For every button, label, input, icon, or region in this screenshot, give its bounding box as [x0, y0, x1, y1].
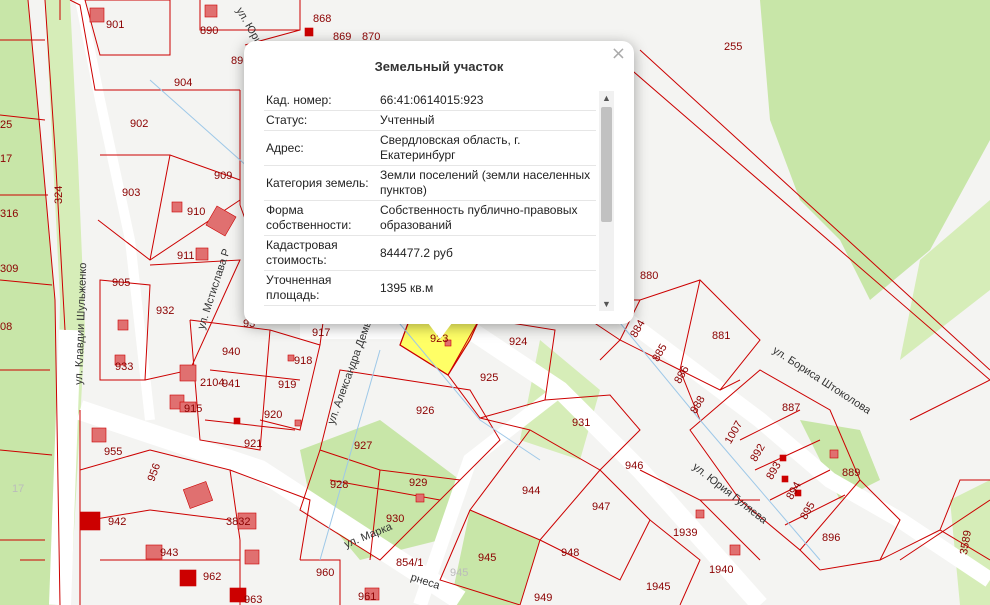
plot-label-910: 910 [187, 206, 205, 218]
plot-label-927: 927 [354, 440, 372, 452]
plot-label-1940: 1940 [709, 564, 733, 576]
plot-label-1939: 1939 [673, 527, 697, 539]
plot-label-911: 911 [177, 250, 195, 262]
plot-label-915: 915 [184, 403, 202, 415]
plot-label-917: 917 [312, 327, 330, 339]
plot-label-309: 309 [0, 263, 18, 275]
attribute-row: Форма собственности: Собственность публич… [264, 200, 596, 236]
plot-label-948: 948 [561, 547, 579, 559]
plot-label-945: 945 [478, 552, 496, 564]
scroll-up-icon[interactable]: ▲ [599, 91, 614, 105]
plot-label-933: 933 [115, 361, 133, 373]
plot-label-905: 905 [112, 277, 130, 289]
popup-title: Земельный участок [374, 59, 504, 74]
attribute-value: 1395 кв.м [378, 270, 596, 306]
plot-label-324: 324 [53, 186, 65, 204]
attribute-row: Кадастровая стоимость: 844477.2 руб [264, 235, 596, 271]
attribute-row: Кад. номер: 66:41:0614015:923 [264, 91, 596, 111]
plot-label-918: 918 [294, 355, 312, 367]
plot-label-960: 960 [316, 567, 334, 579]
plot-label-929: 929 [409, 477, 427, 489]
plot-label-896: 896 [822, 532, 840, 544]
plot-label-255: 255 [724, 41, 742, 53]
plot-label-3832: 3832 [226, 516, 250, 528]
plot-label-904: 904 [174, 77, 192, 89]
plot-label-961: 961 [358, 591, 376, 603]
attribute-key: Категория земель: [264, 165, 378, 201]
plot-label-316: 316 [0, 208, 18, 220]
attribute-key: Кад. номер: [264, 91, 378, 111]
attribute-value: 844477.2 руб [378, 235, 596, 271]
plot-label-925: 925 [480, 372, 498, 384]
plot-label-928: 928 [330, 479, 348, 491]
plot-label-920: 920 [264, 409, 282, 421]
plot-label-932: 932 [156, 305, 174, 317]
plot-label-887: 887 [782, 402, 800, 414]
popup-scrollbar[interactable]: ▲ ▼ [599, 91, 614, 311]
plot-label-08: 08 [0, 321, 12, 333]
attribute-value: Свердловская область, г. Екатеринбург [378, 130, 596, 166]
land-plot-popup: × Земельный участок Кад. номер: 66:41:061… [244, 41, 634, 324]
plot-label-25: 25 [0, 119, 12, 131]
plot-label-963: 963 [244, 594, 262, 605]
plot-label-89: 89 [231, 55, 243, 67]
plot-label-943: 943 [160, 547, 178, 559]
plot-label-919: 919 [278, 379, 296, 391]
plot-label-889: 889 [842, 467, 860, 479]
attribute-key: Уточненная площадь: [264, 270, 378, 306]
plot-label-890: 890 [200, 25, 218, 37]
attributes-table: Кад. номер: 66:41:0614015:923 Статус: Учтен… [264, 91, 596, 306]
plot-label-880: 880 [640, 270, 658, 282]
plot-label-902: 902 [130, 118, 148, 130]
attribute-row: Статус: Учтенный [264, 110, 596, 131]
attribute-row: Категория земель: Земли поселений (земли … [264, 165, 596, 201]
attribute-key: Адрес: [264, 130, 378, 166]
attribute-key: Форма собственности: [264, 200, 378, 236]
attribute-row: Адрес: Свердловская область, г. Екатеринб… [264, 130, 596, 166]
attribute-key: Кадастровая стоимость: [264, 235, 378, 271]
plot-label-942: 942 [108, 516, 126, 528]
plot-label-926: 926 [416, 405, 434, 417]
plot-label-881: 881 [712, 330, 730, 342]
scroll-down-icon[interactable]: ▼ [599, 297, 614, 311]
plot-label-924: 924 [509, 336, 527, 348]
plot-label-921: 921 [244, 438, 262, 450]
plot-label-17b: 17 [12, 483, 24, 495]
plot-label-901: 901 [106, 19, 124, 31]
popup-body[interactable]: Кад. номер: 66:41:0614015:923 Статус: Учтен… [264, 91, 614, 311]
popup-pointer [428, 323, 452, 339]
attribute-key: Статус: [264, 110, 378, 131]
plot-label-946: 946 [625, 460, 643, 472]
plot-label-17: 17 [0, 153, 12, 165]
plot-label-868: 868 [313, 13, 331, 25]
plot-label-909: 909 [214, 170, 232, 182]
plot-label-941: 941 [222, 378, 240, 390]
plot-label-949: 949 [534, 592, 552, 604]
plot-label-955: 955 [104, 446, 122, 458]
plot-label-854-1: 854/1 [396, 557, 424, 569]
attribute-value: Собственность публично-правовых образова… [378, 200, 596, 236]
attribute-value: Учтенный [378, 110, 596, 131]
plot-label-2104: 2104 [200, 377, 224, 389]
plot-label-945b: 945 [450, 567, 468, 579]
attribute-value: Земли поселений (земли населенных пункто… [378, 165, 596, 201]
attribute-value: 66:41:0614015:923 [378, 91, 596, 111]
plot-label-940: 940 [222, 346, 240, 358]
plot-label-944: 944 [522, 485, 540, 497]
plot-label-947: 947 [592, 501, 610, 513]
attribute-row: Уточненная площадь: 1395 кв.м [264, 270, 596, 306]
plot-label-903: 903 [122, 187, 140, 199]
plot-label-962: 962 [203, 571, 221, 583]
scroll-thumb[interactable] [601, 107, 612, 222]
plot-label-931: 931 [572, 417, 590, 429]
plot-label-1945: 1945 [646, 581, 670, 593]
